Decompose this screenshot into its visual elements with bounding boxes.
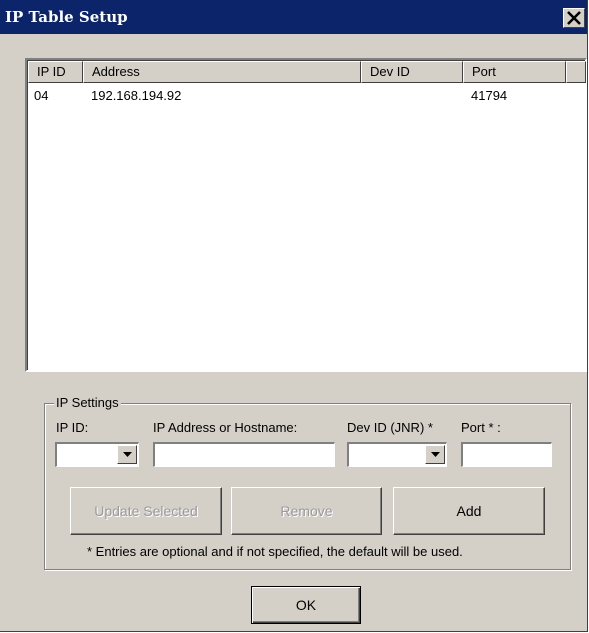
address-label: IP Address or Hostname:: [153, 420, 298, 435]
add-button[interactable]: Add: [393, 487, 545, 535]
column-header-address[interactable]: Address: [83, 61, 361, 83]
close-button[interactable]: [563, 8, 585, 28]
column-header-filler: [566, 61, 586, 83]
ip-settings-group-label: IP Settings: [54, 395, 121, 411]
column-header-ip-id[interactable]: IP ID: [28, 61, 83, 83]
chevron-down-icon: [123, 452, 132, 457]
chevron-down-icon: [431, 452, 440, 457]
remove-button[interactable]: Remove: [231, 487, 382, 535]
window-title: IP Table Setup: [5, 8, 128, 26]
dev-id-dropdown[interactable]: [347, 442, 447, 467]
column-header-port[interactable]: Port: [463, 61, 566, 83]
update-selected-button[interactable]: Update Selected: [70, 487, 222, 535]
table-row[interactable]: 04 192.168.194.92 41794: [28, 87, 585, 104]
address-input[interactable]: [153, 442, 335, 467]
cell-port: 41794: [471, 88, 508, 103]
cell-ip-id: 04: [34, 88, 49, 103]
ip-id-dropdown-button[interactable]: [117, 445, 137, 464]
list-header: IP ID Address Dev ID Port: [28, 61, 586, 83]
optional-entries-note: * Entries are optional and if not specif…: [87, 544, 463, 559]
dev-id-dropdown-button[interactable]: [425, 445, 445, 464]
cell-address: 192.168.194.92: [91, 88, 182, 103]
ip-table-setup-dialog: IP Table Setup IP ID Address Dev ID Port…: [0, 0, 588, 632]
dev-id-label: Dev ID (JNR) *: [347, 420, 433, 435]
ip-table-list[interactable]: IP ID Address Dev ID Port 04 192.168.194…: [25, 58, 587, 372]
ok-button[interactable]: OK: [251, 586, 361, 624]
port-input[interactable]: [461, 442, 552, 467]
ip-id-label: IP ID:: [56, 420, 89, 435]
ip-id-dropdown[interactable]: [55, 442, 139, 467]
close-icon: [567, 11, 581, 25]
column-header-dev-id[interactable]: Dev ID: [361, 61, 463, 83]
port-label: Port * :: [461, 420, 501, 435]
title-bar[interactable]: IP Table Setup: [0, 0, 587, 34]
